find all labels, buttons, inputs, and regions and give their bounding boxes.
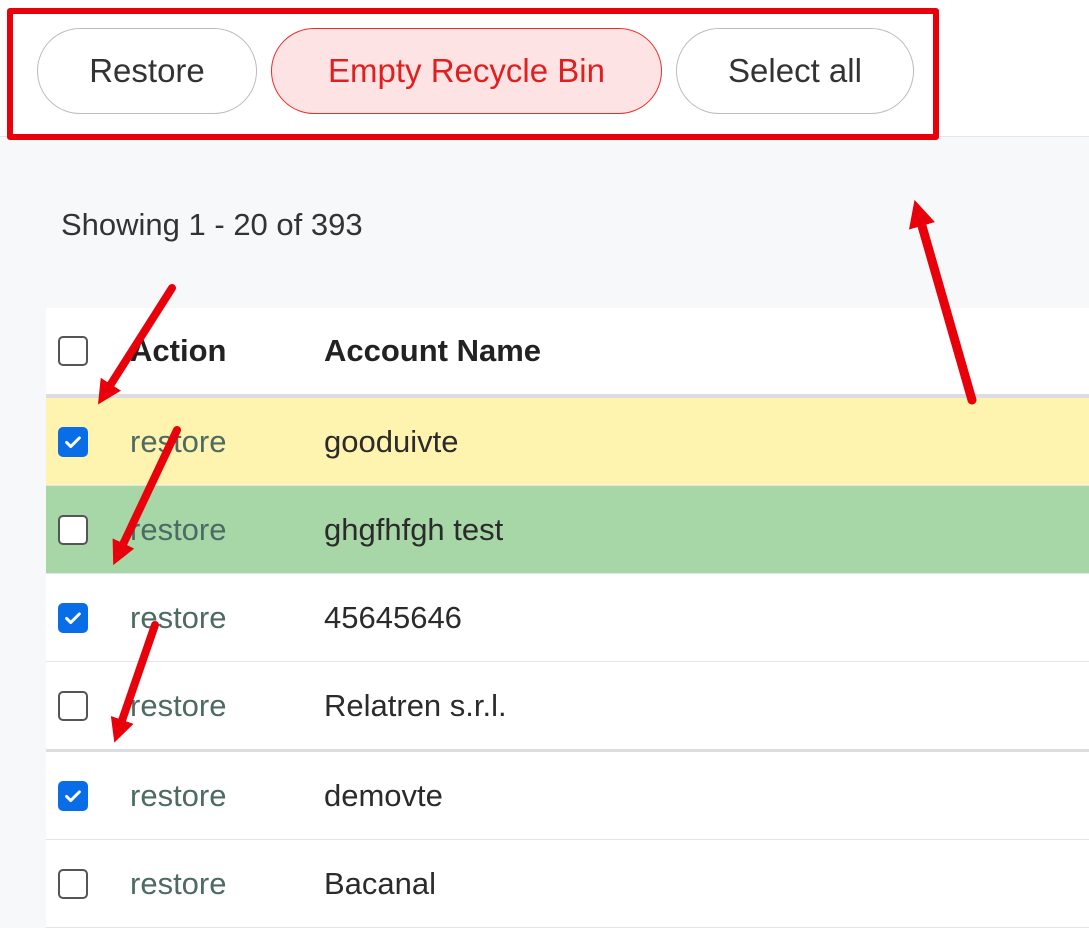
account-name[interactable]: ghgfhfgh test	[324, 512, 503, 548]
column-header-action: Action	[130, 333, 227, 368]
check-icon	[65, 435, 81, 448]
restore-link[interactable]: restore	[130, 512, 226, 548]
row-checkbox[interactable]	[58, 868, 88, 899]
account-name[interactable]: 45645646	[324, 600, 462, 636]
account-name[interactable]: Relatren s.r.l.	[324, 688, 507, 724]
table-row: restore gooduivte	[46, 398, 1089, 486]
header-checkbox[interactable]	[58, 336, 88, 366]
table-row: restore 45645646	[46, 574, 1089, 662]
account-name[interactable]: demovte	[324, 778, 443, 814]
table-row: restore ghgfhfgh test	[46, 486, 1089, 574]
table-row: restore Bacanal	[46, 840, 1089, 928]
table-header: Action Account Name	[46, 308, 1089, 398]
row-checkbox[interactable]	[58, 690, 88, 721]
restore-link[interactable]: restore	[130, 424, 226, 460]
restore-button[interactable]: Restore	[37, 28, 257, 114]
row-checkbox[interactable]	[58, 514, 88, 545]
row-checkbox[interactable]	[58, 602, 88, 633]
select-all-button[interactable]: Select all	[676, 28, 914, 114]
table-row: restore demovte	[46, 752, 1089, 840]
empty-recycle-bin-button[interactable]: Empty Recycle Bin	[271, 28, 662, 114]
table-row: restore Relatren s.r.l.	[46, 662, 1089, 752]
account-name[interactable]: gooduivte	[324, 424, 458, 460]
restore-link[interactable]: restore	[130, 600, 226, 636]
records-table: Action Account Name restore gooduivte re…	[46, 308, 1089, 928]
check-icon	[65, 611, 81, 624]
toolbar: Restore Empty Recycle Bin Select all	[0, 0, 1089, 137]
check-icon	[65, 789, 81, 802]
restore-link[interactable]: restore	[130, 866, 226, 902]
restore-link[interactable]: restore	[130, 688, 226, 724]
restore-link[interactable]: restore	[130, 778, 226, 814]
row-checkbox[interactable]	[58, 780, 88, 811]
showing-count: Showing 1 - 20 of 393	[61, 207, 363, 242]
column-header-account-name[interactable]: Account Name	[324, 333, 541, 369]
account-name[interactable]: Bacanal	[324, 866, 436, 902]
row-checkbox[interactable]	[58, 426, 88, 457]
